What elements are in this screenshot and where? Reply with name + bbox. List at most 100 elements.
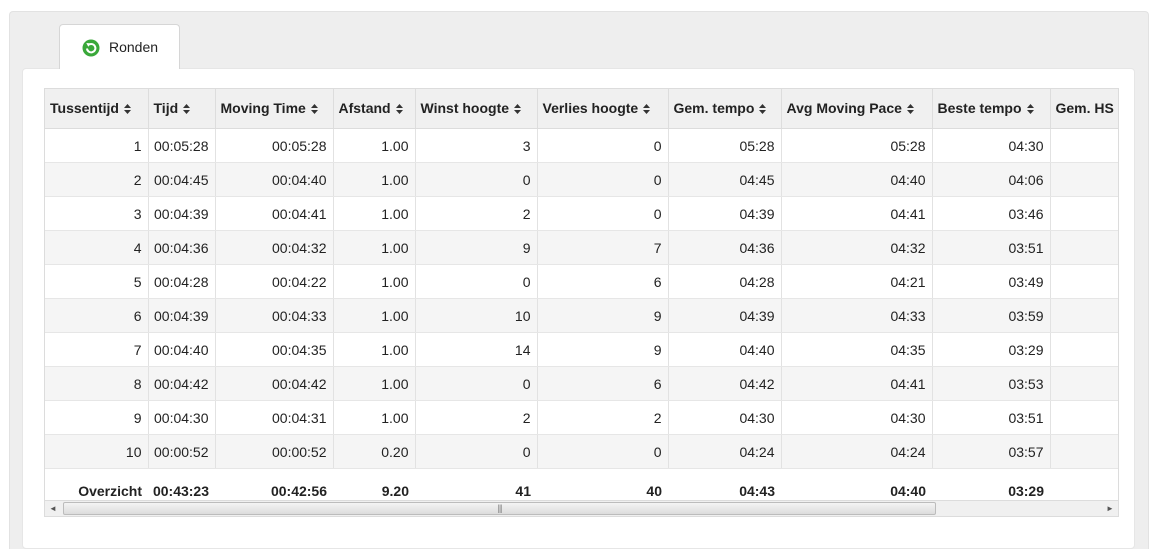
column-header[interactable]: Winst hoogte bbox=[415, 89, 537, 129]
table-cell: 10 bbox=[45, 435, 148, 469]
table-cell: 5 bbox=[45, 265, 148, 299]
sort-icon bbox=[759, 101, 766, 117]
table-cell: 03:57 bbox=[932, 435, 1050, 469]
table-cell: 1.00 bbox=[333, 299, 415, 333]
table-cell: 00:04:40 bbox=[148, 333, 215, 367]
table-cell: 04:40 bbox=[668, 333, 781, 367]
table-cell: 6 bbox=[45, 299, 148, 333]
summary-cell: 00:43:23 bbox=[148, 469, 215, 501]
sort-icon bbox=[124, 101, 131, 117]
table-cell: 04:24 bbox=[668, 435, 781, 469]
scroll-right-arrow-icon[interactable]: ► bbox=[1102, 501, 1118, 516]
summary-row: Overzicht00:43:2300:42:569.20414004:4304… bbox=[45, 469, 1119, 501]
table-row: 300:04:3900:04:411.002004:3904:4103:4612 bbox=[45, 197, 1119, 231]
table-row: 100:05:2800:05:281.003005:2805:2804:3010 bbox=[45, 129, 1119, 163]
column-header[interactable]: Gem. tempo bbox=[668, 89, 781, 129]
table-cell: 0 bbox=[537, 129, 668, 163]
scroll-left-arrow-icon[interactable]: ◄ bbox=[45, 501, 61, 516]
sort-icon bbox=[396, 101, 403, 117]
column-header[interactable]: Beste tempo bbox=[932, 89, 1050, 129]
table-cell: 7 bbox=[537, 231, 668, 265]
table-cell: 12 bbox=[1050, 197, 1119, 231]
table-cell: 04:39 bbox=[668, 299, 781, 333]
column-header[interactable]: Verlies hoogte bbox=[537, 89, 668, 129]
column-header[interactable]: Gem. HS bbox=[1050, 89, 1119, 129]
table-cell: 10 bbox=[1050, 129, 1119, 163]
column-header-label: Winst hoogte bbox=[421, 100, 510, 116]
table-cell: 00:04:42 bbox=[148, 367, 215, 401]
summary-cell: 12 bbox=[1050, 469, 1119, 501]
sort-icon bbox=[1027, 101, 1034, 117]
table-cell: 00:04:33 bbox=[215, 299, 333, 333]
table-cell: 00:04:30 bbox=[148, 401, 215, 435]
table-cell: 1.00 bbox=[333, 129, 415, 163]
column-header[interactable]: Tussentijd bbox=[45, 89, 148, 129]
table-cell: 03:51 bbox=[932, 231, 1050, 265]
table-cell: 00:04:32 bbox=[215, 231, 333, 265]
table-cell: 04:30 bbox=[781, 401, 932, 435]
table-cell: 2 bbox=[537, 401, 668, 435]
table-cell: 6 bbox=[537, 367, 668, 401]
laps-table-viewport[interactable]: TussentijdTijdMoving Time Afstand Winst ho… bbox=[44, 88, 1119, 500]
table-cell: 00:04:41 bbox=[215, 197, 333, 231]
table-row: 900:04:3000:04:311.002204:3004:3003:5112 bbox=[45, 401, 1119, 435]
table-cell: 04:21 bbox=[781, 265, 932, 299]
summary-cell: 41 bbox=[415, 469, 537, 501]
table-row: 500:04:2800:04:221.000604:2804:2103:4912 bbox=[45, 265, 1119, 299]
sort-icon bbox=[183, 101, 190, 117]
column-header[interactable]: Avg Moving Pace bbox=[781, 89, 932, 129]
table-cell: 0 bbox=[537, 163, 668, 197]
table-cell: 03:53 bbox=[932, 367, 1050, 401]
table-cell: 9 bbox=[415, 231, 537, 265]
table-cell: 0.20 bbox=[333, 435, 415, 469]
laps-container: Ronden TussentijdTijdMoving Time Afstand W… bbox=[9, 11, 1149, 549]
table-cell: 04:42 bbox=[668, 367, 781, 401]
column-header-label: Gem. HS bbox=[1056, 100, 1114, 116]
table-cell: 0 bbox=[415, 435, 537, 469]
sort-icon bbox=[643, 101, 650, 117]
column-header[interactable]: Moving Time bbox=[215, 89, 333, 129]
table-cell: 05:28 bbox=[668, 129, 781, 163]
column-header[interactable]: Tijd bbox=[148, 89, 215, 129]
table-cell: 04:30 bbox=[932, 129, 1050, 163]
table-row: 1000:00:5200:00:520.200004:2404:2403:571… bbox=[45, 435, 1119, 469]
sort-icon bbox=[311, 101, 318, 117]
table-cell: 04:32 bbox=[781, 231, 932, 265]
horizontal-scrollbar[interactable]: ◄ ||| ► bbox=[44, 500, 1119, 517]
table-cell: 00:04:36 bbox=[148, 231, 215, 265]
table-cell: 00:05:28 bbox=[148, 129, 215, 163]
laps-table: TussentijdTijdMoving Time Afstand Winst ho… bbox=[45, 89, 1119, 500]
summary-cell: 04:43 bbox=[668, 469, 781, 501]
table-cell: 03:46 bbox=[932, 197, 1050, 231]
table-cell: 04:35 bbox=[781, 333, 932, 367]
column-header-label: Gem. tempo bbox=[674, 100, 755, 116]
table-row: 600:04:3900:04:331.0010904:3904:3303:591… bbox=[45, 299, 1119, 333]
table-cell: 1.00 bbox=[333, 367, 415, 401]
column-header-label: Afstand bbox=[339, 100, 391, 116]
table-cell: 04:24 bbox=[781, 435, 932, 469]
table-cell: 00:04:28 bbox=[148, 265, 215, 299]
refresh-laps-icon bbox=[82, 39, 100, 57]
column-header[interactable]: Afstand bbox=[333, 89, 415, 129]
sort-icon bbox=[907, 101, 914, 117]
scroll-thumb[interactable]: ||| bbox=[63, 502, 936, 515]
table-cell: 7 bbox=[45, 333, 148, 367]
tab-ronden[interactable]: Ronden bbox=[59, 24, 180, 69]
table-cell: 6 bbox=[537, 265, 668, 299]
sort-icon bbox=[514, 101, 521, 117]
table-cell: 00:04:39 bbox=[148, 299, 215, 333]
table-cell: 04:06 bbox=[932, 163, 1050, 197]
table-cell: 04:28 bbox=[668, 265, 781, 299]
table-cell: 1 bbox=[45, 129, 148, 163]
table-cell: 1.00 bbox=[333, 231, 415, 265]
table-cell: 03:49 bbox=[932, 265, 1050, 299]
table-cell: 9 bbox=[45, 401, 148, 435]
table-cell: 04:36 bbox=[668, 231, 781, 265]
summary-cell: 04:40 bbox=[781, 469, 932, 501]
table-header-row: TussentijdTijdMoving Time Afstand Winst ho… bbox=[45, 89, 1119, 129]
table-row: 200:04:4500:04:401.000004:4504:4004:0611 bbox=[45, 163, 1119, 197]
summary-cell: 40 bbox=[537, 469, 668, 501]
table-cell: 1.00 bbox=[333, 197, 415, 231]
table-cell: 00:04:39 bbox=[148, 197, 215, 231]
table-cell: 00:04:35 bbox=[215, 333, 333, 367]
